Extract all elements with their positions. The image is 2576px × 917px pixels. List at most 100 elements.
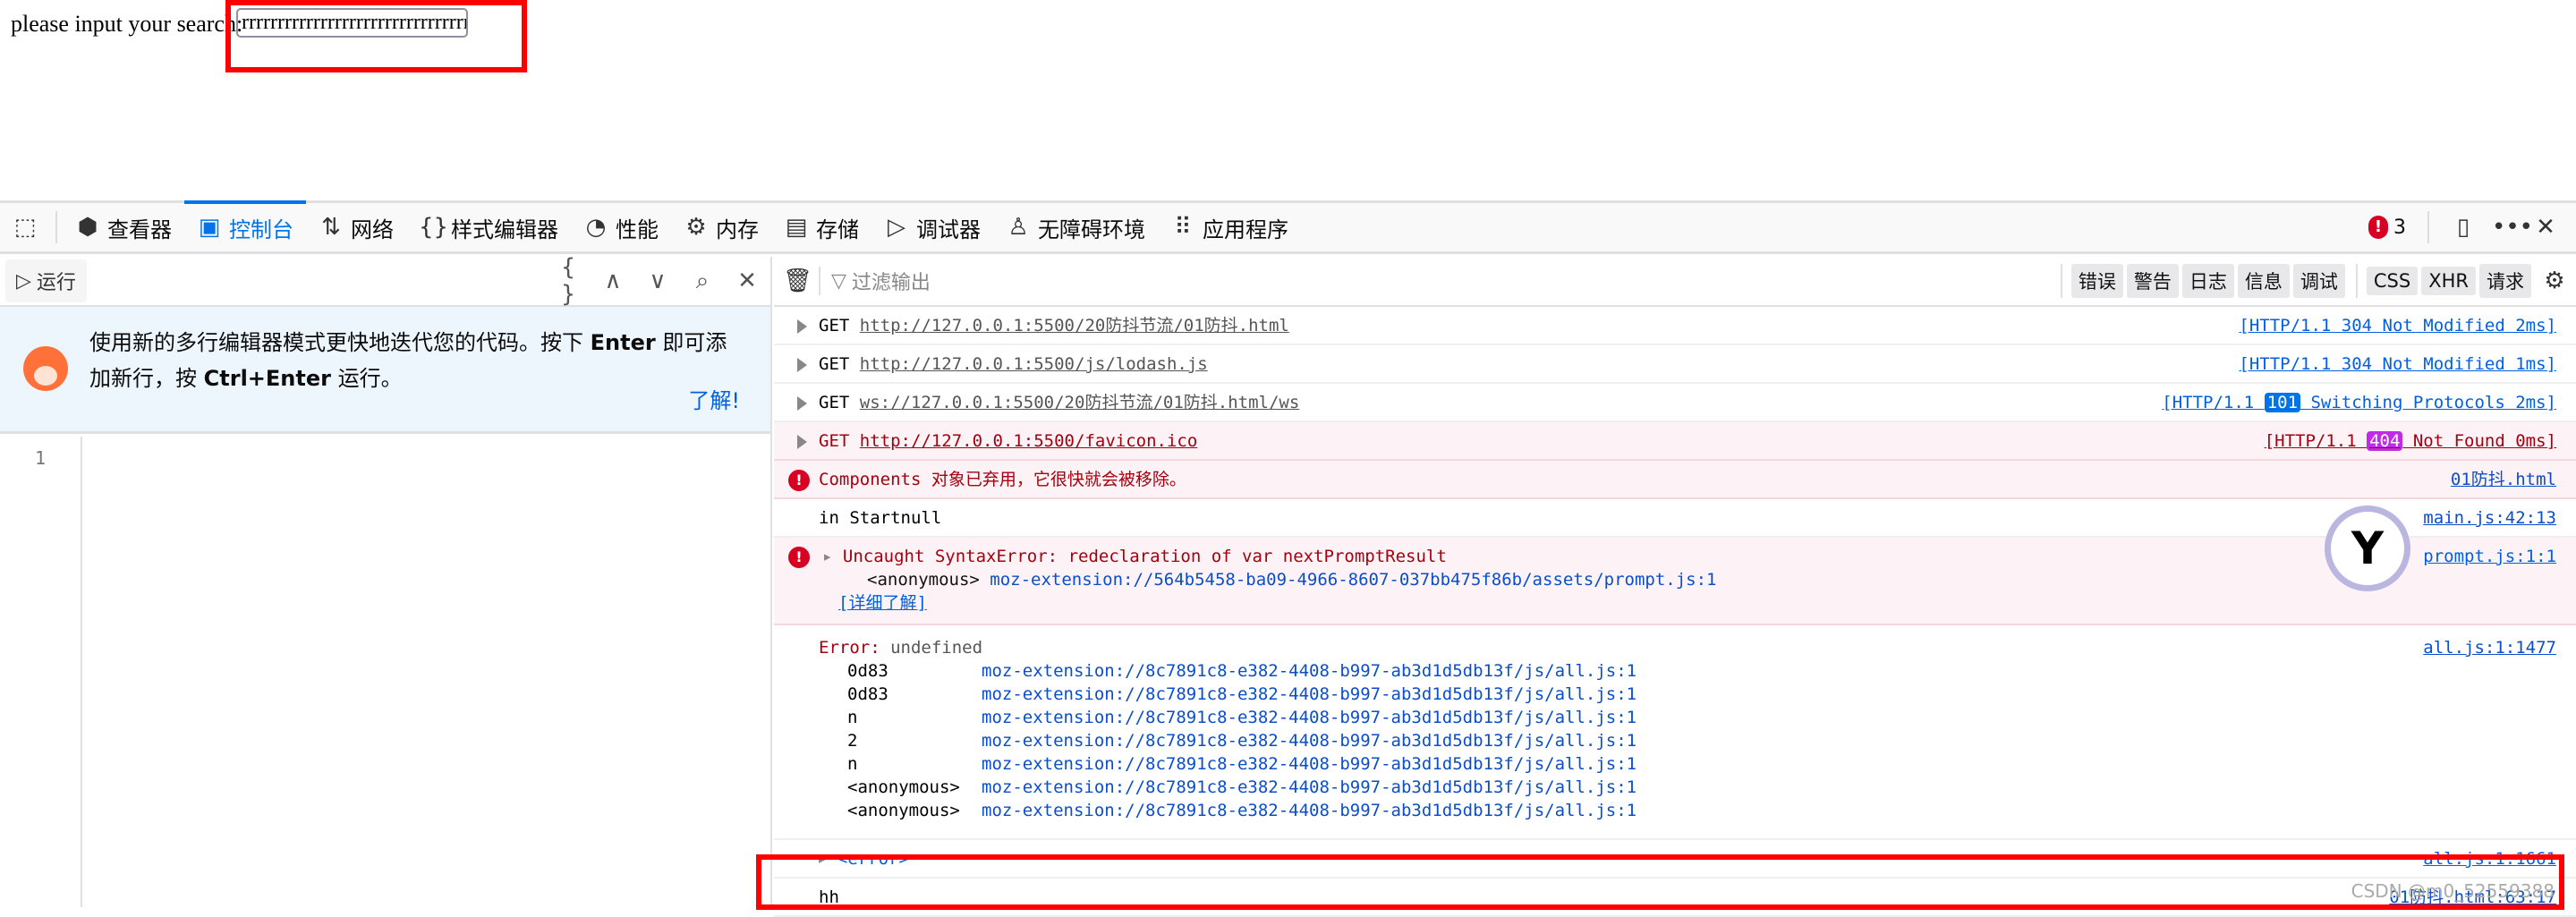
console-icon: ▣ <box>198 214 221 241</box>
status-suffix: Not Modified 2ms] <box>2372 316 2556 335</box>
fox-icon <box>23 346 68 391</box>
filter-button[interactable]: 调试 <box>2292 264 2345 298</box>
learn-more-link[interactable]: [详细了解] <box>838 593 927 613</box>
frame-url[interactable]: moz-extension://8c7891c8-e382-4408-b997-… <box>982 659 2558 683</box>
request-status-link[interactable]: [HTTP/1.1 404 Not Found 0ms] <box>2265 429 2556 453</box>
tab-debugger[interactable]: ▷ 调试器 <box>871 203 993 251</box>
frame-function: n <box>847 754 858 774</box>
frame-function: n <box>847 708 858 727</box>
tab-console[interactable]: ▣ 控制台 <box>184 200 306 251</box>
request-url[interactable]: http://127.0.0.1:5500/js/lodash.js <box>860 354 1208 374</box>
tab-inspector[interactable]: ⬢ 查看器 <box>63 203 184 251</box>
frame-url[interactable]: moz-extension://8c7891c8-e382-4408-b997-… <box>982 752 2558 776</box>
request-url[interactable]: http://127.0.0.1:5500/favicon.ico <box>860 431 1198 451</box>
history-down-icon[interactable]: ∨ <box>640 267 676 294</box>
message-text: in Startnull <box>819 508 942 528</box>
request-method: GET <box>819 393 850 412</box>
responsive-design-icon[interactable]: ▯ <box>2451 214 2476 241</box>
filter-button[interactable]: XHR <box>2421 267 2476 295</box>
expand-arrow-icon[interactable]: ▸ <box>817 849 827 869</box>
web-page: please input your search: rrrrrrrrrrrrrr… <box>0 0 2576 200</box>
pretty-print-icon[interactable]: { } <box>550 254 586 308</box>
console-log-row: hh 01防抖.html:63:17 <box>774 879 2576 917</box>
frame-url[interactable]: moz-extension://8c7891c8-e382-4408-b997-… <box>982 706 2558 729</box>
got-it-link[interactable]: 了解! <box>688 383 740 419</box>
filter-input[interactable]: ▽ 过滤输出 <box>819 267 2050 295</box>
tab-label: 存储 <box>816 217 859 242</box>
network-request-row: GET http://127.0.0.1:5500/favicon.ico [HT… <box>774 422 2576 461</box>
request-url[interactable]: http://127.0.0.1:5500/20防抖节流/01防抖.html <box>860 316 1289 335</box>
filter-placeholder: 过滤输出 <box>851 272 931 294</box>
request-url[interactable]: ws://127.0.0.1:5500/20防抖节流/01防抖.html/ws <box>860 393 1300 412</box>
history-up-icon[interactable]: ∧ <box>595 267 631 294</box>
console-error-row: Error: undefined all.js:1:1477 0d83 moz-e… <box>774 625 2576 840</box>
close-icon[interactable]: ✕ <box>2533 214 2558 241</box>
expand-arrow-icon[interactable] <box>797 319 807 334</box>
error-icon: ! <box>788 547 810 568</box>
storage-icon: ▤ <box>785 214 808 241</box>
tab-memory[interactable]: ⚙ 内存 <box>671 203 771 251</box>
console-toolbar: 🗑 ▽ 过滤输出 错误 警告 日志 信息 调试 CSS XHR 请求 ⚙ <box>774 257 2576 307</box>
frame-url[interactable]: moz-extension://8c7891c8-e382-4408-b997-… <box>982 799 2558 822</box>
tab-label: 调试器 <box>916 217 981 242</box>
trash-icon[interactable]: 🗑 <box>783 267 812 294</box>
source-link[interactable]: all.js:1:1477 <box>2423 636 2556 659</box>
tab-network[interactable]: ⇅ 网络 <box>306 203 406 251</box>
expand-arrow-icon[interactable] <box>797 396 807 411</box>
frame-url[interactable]: moz-extension://564b5458-ba09-4966-8607-… <box>990 570 1716 590</box>
more-options-icon[interactable]: ••• <box>2492 214 2533 241</box>
devtools-panel: ⬚ ⬢ 查看器 ▣ 控制台 ⇅ 网络 {} 样式编辑器 ◔ 性能 ⚙ 内存 ▤ 存储 ▷ 调试器 ♙ 无障碍环境 ⠿… <box>0 200 2576 917</box>
filter-button[interactable]: 警告 <box>2126 264 2179 298</box>
status-suffix: Not Modified 1ms] <box>2372 354 2556 374</box>
source-link[interactable]: prompt.js:1:1 <box>2423 545 2556 568</box>
multiline-editor-notice: 使用新的多行编辑器模式更快地迭代您的代码。按下 Enter 即可添加新行，按 C… <box>0 307 770 434</box>
request-status-link[interactable]: [HTTP/1.1 304 Not Modified 2ms] <box>2239 314 2556 337</box>
expand-arrow-icon[interactable] <box>797 435 807 449</box>
filter-button[interactable]: 错误 <box>2070 264 2123 298</box>
tab-performance[interactable]: ◔ 性能 <box>571 203 671 251</box>
request-method: GET <box>819 431 850 451</box>
tab-storage[interactable]: ▤ 存储 <box>771 203 871 251</box>
filter-button[interactable]: 请求 <box>2479 264 2531 298</box>
request-method: GET <box>819 354 850 374</box>
tab-label: 样式编辑器 <box>451 217 558 242</box>
expand-arrow-icon[interactable] <box>797 358 807 372</box>
request-status-link[interactable]: [HTTP/1.1 304 Not Modified 1ms] <box>2239 352 2556 376</box>
status-code: 304 <box>2341 316 2373 335</box>
tab-application[interactable]: ⠿ 应用程序 <box>1158 203 1301 251</box>
frame-url[interactable]: moz-extension://8c7891c8-e382-4408-b997-… <box>982 776 2558 799</box>
notice-key: Ctrl+Enter <box>203 366 331 391</box>
tab-accessibility[interactable]: ♙ 无障碍环境 <box>993 203 1158 251</box>
frame-function: 0d83 <box>847 684 888 704</box>
filter-button[interactable]: 日志 <box>2181 264 2234 298</box>
error-count-badge[interactable]: ! 3 <box>2368 216 2406 239</box>
filter-button[interactable]: CSS <box>2366 267 2419 295</box>
tab-style-editor[interactable]: {} 样式编辑器 <box>406 203 571 251</box>
settings-gear-icon[interactable]: ⚙ <box>2542 267 2567 294</box>
error-value: undefined <box>890 638 983 658</box>
error-object[interactable]: <error> <box>837 849 909 869</box>
frame-url[interactable]: moz-extension://8c7891c8-e382-4408-b997-… <box>982 729 2558 752</box>
tab-label: 查看器 <box>107 217 172 242</box>
network-icon: ⇅ <box>321 214 341 241</box>
expand-arrow-icon[interactable]: ▸ <box>822 547 832 566</box>
reverse-search-icon[interactable]: ⌕ <box>684 267 720 295</box>
source-link[interactable]: 01防抖.html <box>2451 468 2556 491</box>
network-request-row: GET http://127.0.0.1:5500/js/lodash.js [H… <box>774 345 2576 384</box>
request-status-link[interactable]: [HTTP/1.1 101 Switching Protocols 2ms] <box>2162 391 2556 414</box>
line-number: 1 <box>34 447 47 469</box>
source-link[interactable]: main.js:42:13 <box>2423 506 2556 530</box>
close-editor-icon[interactable]: ✕ <box>729 267 765 294</box>
frame-url[interactable]: moz-extension://8c7891c8-e382-4408-b997-… <box>982 683 2558 706</box>
message-text: hh <box>819 887 839 907</box>
editor-pane: ▷ 运行 { } ∧ ∨ ⌕ ✕ 使用新的多行编辑器模式更快地迭代您的代码。按下 … <box>0 254 772 907</box>
line-gutter: 1 <box>0 437 82 907</box>
source-link[interactable]: all.js:1:1661 <box>2423 847 2556 870</box>
filter-button[interactable]: 信息 <box>2237 264 2290 298</box>
filter-icon: ▽ <box>831 269 846 293</box>
run-button[interactable]: ▷ 运行 <box>5 259 87 302</box>
search-input[interactable]: rrrrrrrrrrrrrrrrrrrrrrrrrrrrrrrr <box>236 8 468 38</box>
extension-logo-icon[interactable]: Y <box>2325 505 2410 591</box>
console-output: GET http://127.0.0.1:5500/20防抖节流/01防抖.ht… <box>774 307 2576 917</box>
element-picker-button[interactable]: ⬚ <box>0 203 50 251</box>
